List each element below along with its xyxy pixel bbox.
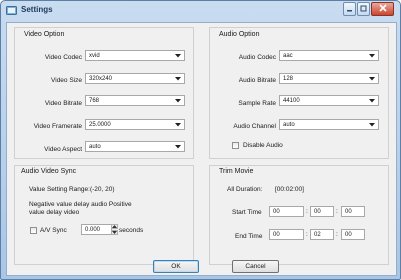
video-framerate-value: 25.0000: [89, 121, 111, 128]
av-sync-label: A/V Sync: [40, 227, 67, 234]
av-sync-hint-line2: value delay video: [29, 209, 80, 216]
av-sync-unit: seconds: [119, 227, 144, 234]
audio-option-group: [209, 27, 389, 159]
chevron-down-icon: [173, 53, 182, 59]
all-duration-label: All Duration:: [227, 186, 263, 193]
settings-app-icon: [6, 5, 17, 16]
video-size-label: Video Size: [51, 77, 82, 84]
av-sync-title: Audio Video Sync: [21, 168, 77, 175]
maximize-button[interactable]: [357, 2, 370, 16]
title-bar[interactable]: Settings: [1, 1, 400, 21]
av-sync-value: 0.000: [85, 226, 101, 233]
av-sync-checkbox[interactable]: [30, 227, 37, 234]
video-aspect-label: Video Aspect: [44, 146, 82, 153]
av-sync-hint-line1: Negative value delay audio Positive: [29, 201, 132, 208]
maximize-icon: [360, 5, 367, 14]
chevron-down-icon: [173, 144, 182, 150]
audio-bitrate-label: Audio Bitrate: [238, 77, 276, 84]
video-aspect-select[interactable]: auto: [85, 141, 185, 152]
audio-channel-value: auto: [283, 121, 295, 128]
trim-movie-title: Trim Movie: [219, 168, 254, 175]
audio-channel-label: Audio Channel: [233, 123, 276, 130]
video-framerate-label: Video Framerate: [33, 123, 82, 130]
minimize-icon: [346, 5, 353, 14]
end-separator-2: :: [336, 231, 338, 238]
audio-bitrate-value: 128: [283, 75, 294, 82]
start-hours-value: 00: [273, 208, 280, 215]
end-seconds-input[interactable]: 00: [341, 229, 365, 240]
end-hours-value: 00: [273, 231, 280, 238]
start-separator-1: :: [306, 208, 308, 215]
av-sync-spin-down[interactable]: [111, 230, 118, 235]
window-title: Settings: [21, 5, 53, 14]
video-option-group: [14, 27, 194, 159]
video-codec-value: xvid: [89, 52, 100, 59]
start-hours-input[interactable]: 00: [269, 206, 304, 217]
start-seconds-input[interactable]: 00: [341, 206, 365, 217]
video-bitrate-select[interactable]: 768: [85, 95, 185, 106]
chevron-down-icon: [367, 53, 376, 59]
start-separator-2: :: [336, 208, 338, 215]
all-duration-value: [00:02:00]: [275, 186, 304, 193]
chevron-down-icon: [173, 76, 182, 82]
av-sync-value-input[interactable]: 0.000: [81, 224, 112, 235]
audio-codec-value: aac: [283, 52, 293, 59]
chevron-down-icon: [367, 76, 376, 82]
end-seconds-value: 00: [345, 231, 352, 238]
video-codec-select[interactable]: xvid: [85, 50, 185, 61]
video-bitrate-label: Video Bitrate: [44, 100, 82, 107]
end-minutes-input[interactable]: 02: [310, 229, 334, 240]
video-codec-label: Video Codec: [44, 54, 82, 61]
settings-window: Settings Video Option Video Codec xvid V…: [0, 0, 401, 280]
av-sync-range-text: Value Setting Range:(-20, 20): [29, 186, 115, 193]
video-size-select[interactable]: 320x240: [85, 73, 185, 84]
chevron-down-icon: [173, 98, 182, 104]
audio-bitrate-select[interactable]: 128: [279, 73, 379, 84]
audio-option-title: Audio Option: [219, 31, 260, 38]
chevron-down-icon: [112, 229, 117, 236]
cancel-button[interactable]: Cancel: [232, 260, 279, 273]
end-separator-1: :: [306, 231, 308, 238]
close-icon: [378, 4, 387, 14]
ok-button[interactable]: OK: [153, 260, 199, 273]
end-hours-input[interactable]: 00: [269, 229, 304, 240]
chevron-down-icon: [367, 98, 376, 104]
chevron-down-icon: [367, 122, 376, 128]
audio-codec-select[interactable]: aac: [279, 50, 379, 61]
minimize-button[interactable]: [343, 2, 356, 16]
video-framerate-select[interactable]: 25.0000: [85, 119, 185, 130]
audio-channel-select[interactable]: auto: [279, 119, 379, 130]
sample-rate-value: 44100: [283, 97, 300, 104]
close-button[interactable]: [371, 2, 394, 16]
start-seconds-value: 00: [345, 208, 352, 215]
disable-audio-checkbox[interactable]: [232, 142, 239, 149]
disable-audio-label: Disable Audio: [243, 142, 283, 149]
video-bitrate-value: 768: [89, 97, 100, 104]
start-minutes-input[interactable]: 00: [310, 206, 334, 217]
start-time-label: Start Time: [232, 209, 262, 216]
audio-codec-label: Audio Codec: [238, 54, 276, 61]
chevron-down-icon: [173, 122, 182, 128]
sample-rate-label: Sample Rate: [238, 100, 276, 107]
start-minutes-value: 00: [314, 208, 321, 215]
video-option-title: Video Option: [24, 31, 65, 38]
end-time-label: End Time: [235, 233, 263, 240]
video-aspect-value: auto: [89, 143, 101, 150]
video-size-value: 320x240: [89, 75, 113, 82]
sample-rate-select[interactable]: 44100: [279, 95, 379, 106]
settings-client-area: Video Option Video Codec xvid Video Size…: [6, 22, 397, 276]
end-minutes-value: 02: [314, 231, 321, 238]
